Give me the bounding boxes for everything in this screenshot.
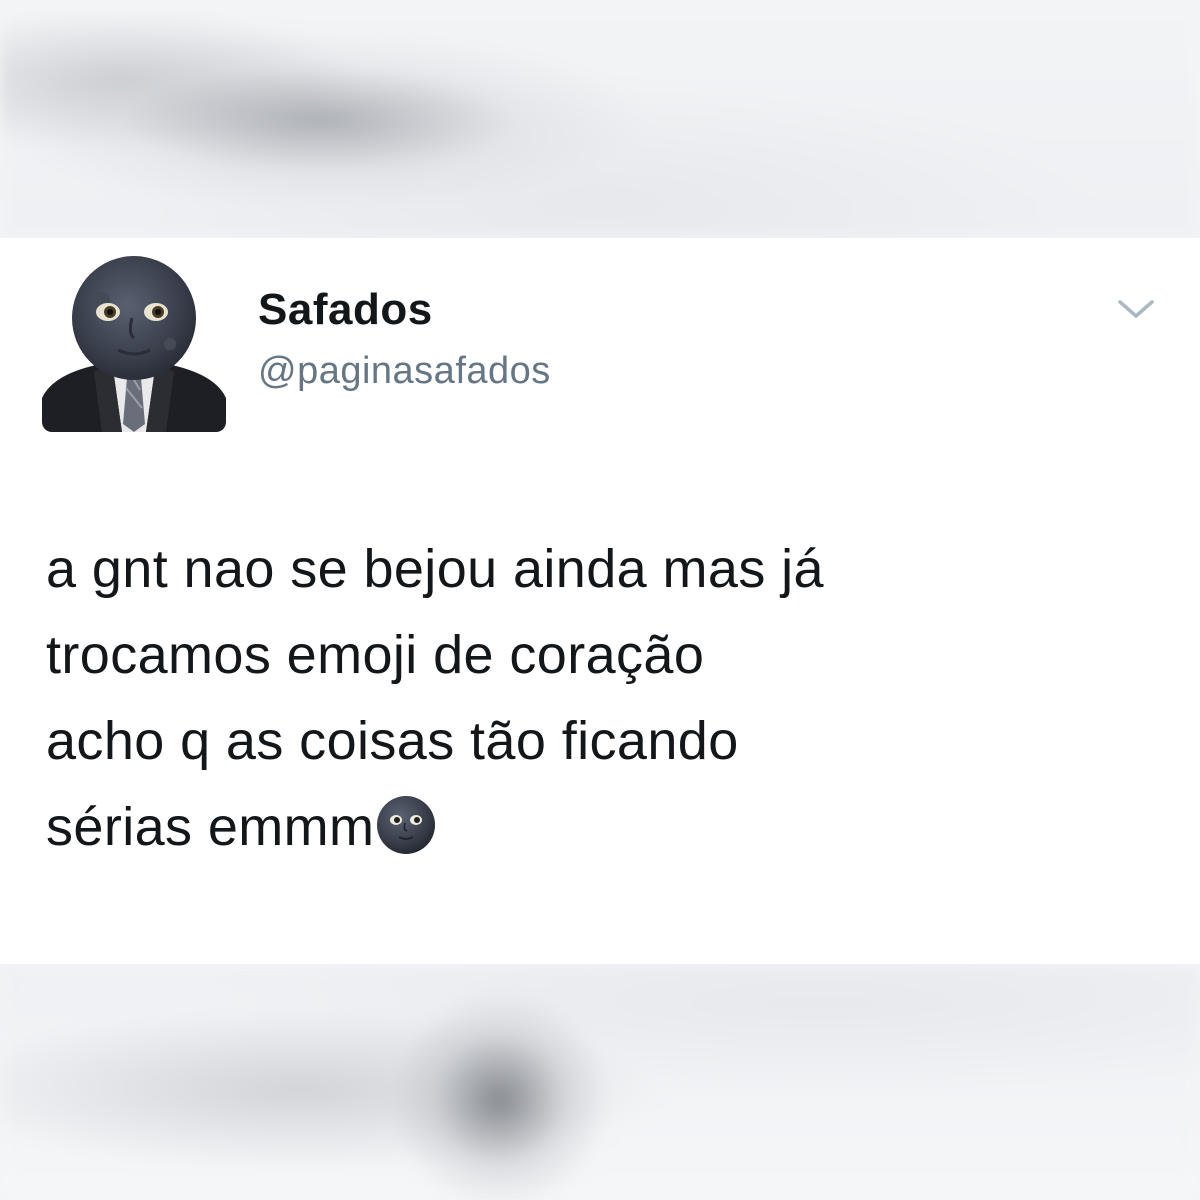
display-name[interactable]: Safados xyxy=(258,284,551,336)
tweet-author: Safados @paginasafados xyxy=(258,284,551,394)
new-moon-face-emoji-icon xyxy=(377,796,436,854)
tweet-text-line: acho q as coisas tão ficando xyxy=(46,711,739,771)
tweet-text: a gnt nao se bejou ainda mas já trocamos… xyxy=(46,526,1156,870)
tweet-text-line-last: sérias emmm xyxy=(46,784,1156,870)
blurred-background-top xyxy=(0,0,1200,238)
blurred-background-bottom xyxy=(0,964,1200,1200)
avatar[interactable] xyxy=(42,248,226,432)
tweet-text-line: sérias emmm xyxy=(46,797,375,857)
tweet-card: Safados @paginasafados a gnt nao se bejo… xyxy=(0,238,1200,964)
moon-face-in-suit-icon xyxy=(42,248,226,432)
user-handle[interactable]: @paginasafados xyxy=(258,348,551,394)
screenshot-canvas: Safados @paginasafados a gnt nao se bejo… xyxy=(0,0,1200,1200)
tweet-text-line: trocamos emoji de coração xyxy=(46,625,705,685)
chevron-down-icon[interactable] xyxy=(1114,294,1158,324)
tweet-text-line: a gnt nao se bejou ainda mas já xyxy=(46,539,824,599)
